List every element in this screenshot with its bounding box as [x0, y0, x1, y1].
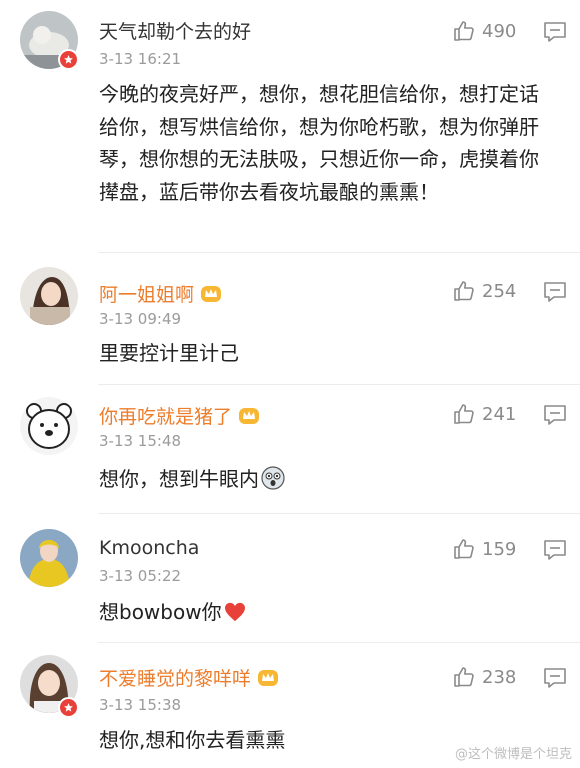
like-count: 159 [482, 538, 517, 560]
comment-item: 你再吃就是猪了 3-13 15:48 241 想你，想到牛眼内 [0, 385, 580, 510]
comment-icon[interactable] [543, 21, 567, 43]
username[interactable]: 天气却勒个去的好 [99, 17, 251, 44]
timestamp: 3-13 05:22 [99, 567, 182, 585]
like-button[interactable]: 238 [452, 665, 516, 689]
heart-icon [224, 602, 245, 622]
comment-text: 想你,想和你去看熏熏 [99, 728, 286, 752]
thumbs-up-icon [454, 281, 474, 301]
shocked-face-emoji-icon [261, 466, 285, 490]
comment-text-body: 想bowbow你 [99, 600, 222, 624]
verified-badge-icon [58, 697, 79, 718]
username-text[interactable]: 不爱睡觉的黎咩咩 [99, 668, 251, 690]
thumbs-up-icon [454, 667, 474, 687]
crown-icon [201, 286, 222, 302]
crown-icon [258, 670, 279, 686]
username[interactable]: 你再吃就是猪了 [99, 402, 260, 429]
username-text[interactable]: 你再吃就是猪了 [99, 406, 232, 428]
like-count: 490 [482, 20, 517, 42]
like-button[interactable]: 241 [452, 402, 516, 426]
username[interactable]: 不爱睡觉的黎咩咩 [99, 664, 279, 691]
like-count: 238 [482, 666, 517, 688]
username-text[interactable]: 阿一姐姐啊 [99, 284, 194, 306]
comment-icon[interactable] [543, 281, 567, 303]
thumbs-up-icon [454, 21, 474, 41]
comment-icon[interactable] [543, 539, 567, 561]
username[interactable]: 阿一姐姐啊 [99, 280, 222, 307]
verified-badge-icon [58, 49, 79, 70]
like-button[interactable]: 159 [452, 537, 516, 561]
timestamp: 3-13 15:38 [99, 696, 182, 714]
like-button[interactable]: 254 [452, 279, 516, 303]
avatar[interactable] [20, 529, 78, 587]
like-count: 241 [482, 403, 517, 425]
thumbs-up-icon [454, 539, 474, 559]
comment-text-body: 想你，想到牛眼内 [99, 467, 259, 491]
comment-item: Kmooncha 3-13 05:22 159 想bowbow你 [0, 514, 580, 639]
like-count: 254 [482, 280, 517, 302]
comment-item: 阿一姐姐啊 3-13 09:49 254 里要控计里计己 [0, 253, 580, 378]
watermark: @这个微博是个坦克 [454, 747, 572, 762]
username[interactable]: Kmooncha [99, 537, 199, 559]
comment-text: 想bowbow你 [99, 596, 551, 629]
comment-text: 今晚的夜亮好严，想你，想花胆信给你，想打定话给你，想写烘信给你，想为你呛朽歌，想… [99, 82, 539, 204]
avatar[interactable] [20, 397, 78, 455]
comment-icon[interactable] [543, 667, 567, 689]
comment-text: 里要控计里计己 [99, 341, 239, 365]
comment-text: 想你，想到牛眼内 [99, 463, 551, 496]
crown-icon [239, 408, 260, 424]
avatar[interactable] [20, 267, 78, 325]
timestamp: 3-13 09:49 [99, 310, 182, 328]
timestamp: 3-13 15:48 [99, 432, 182, 450]
like-button[interactable]: 490 [452, 19, 516, 43]
comment-icon[interactable] [543, 404, 567, 426]
thumbs-up-icon [454, 404, 474, 424]
timestamp: 3-13 16:21 [99, 50, 182, 68]
comment-item: 天气却勒个去的好 3-13 16:21 490 今晚的夜亮好严，想你，想花胆信给… [0, 0, 580, 250]
